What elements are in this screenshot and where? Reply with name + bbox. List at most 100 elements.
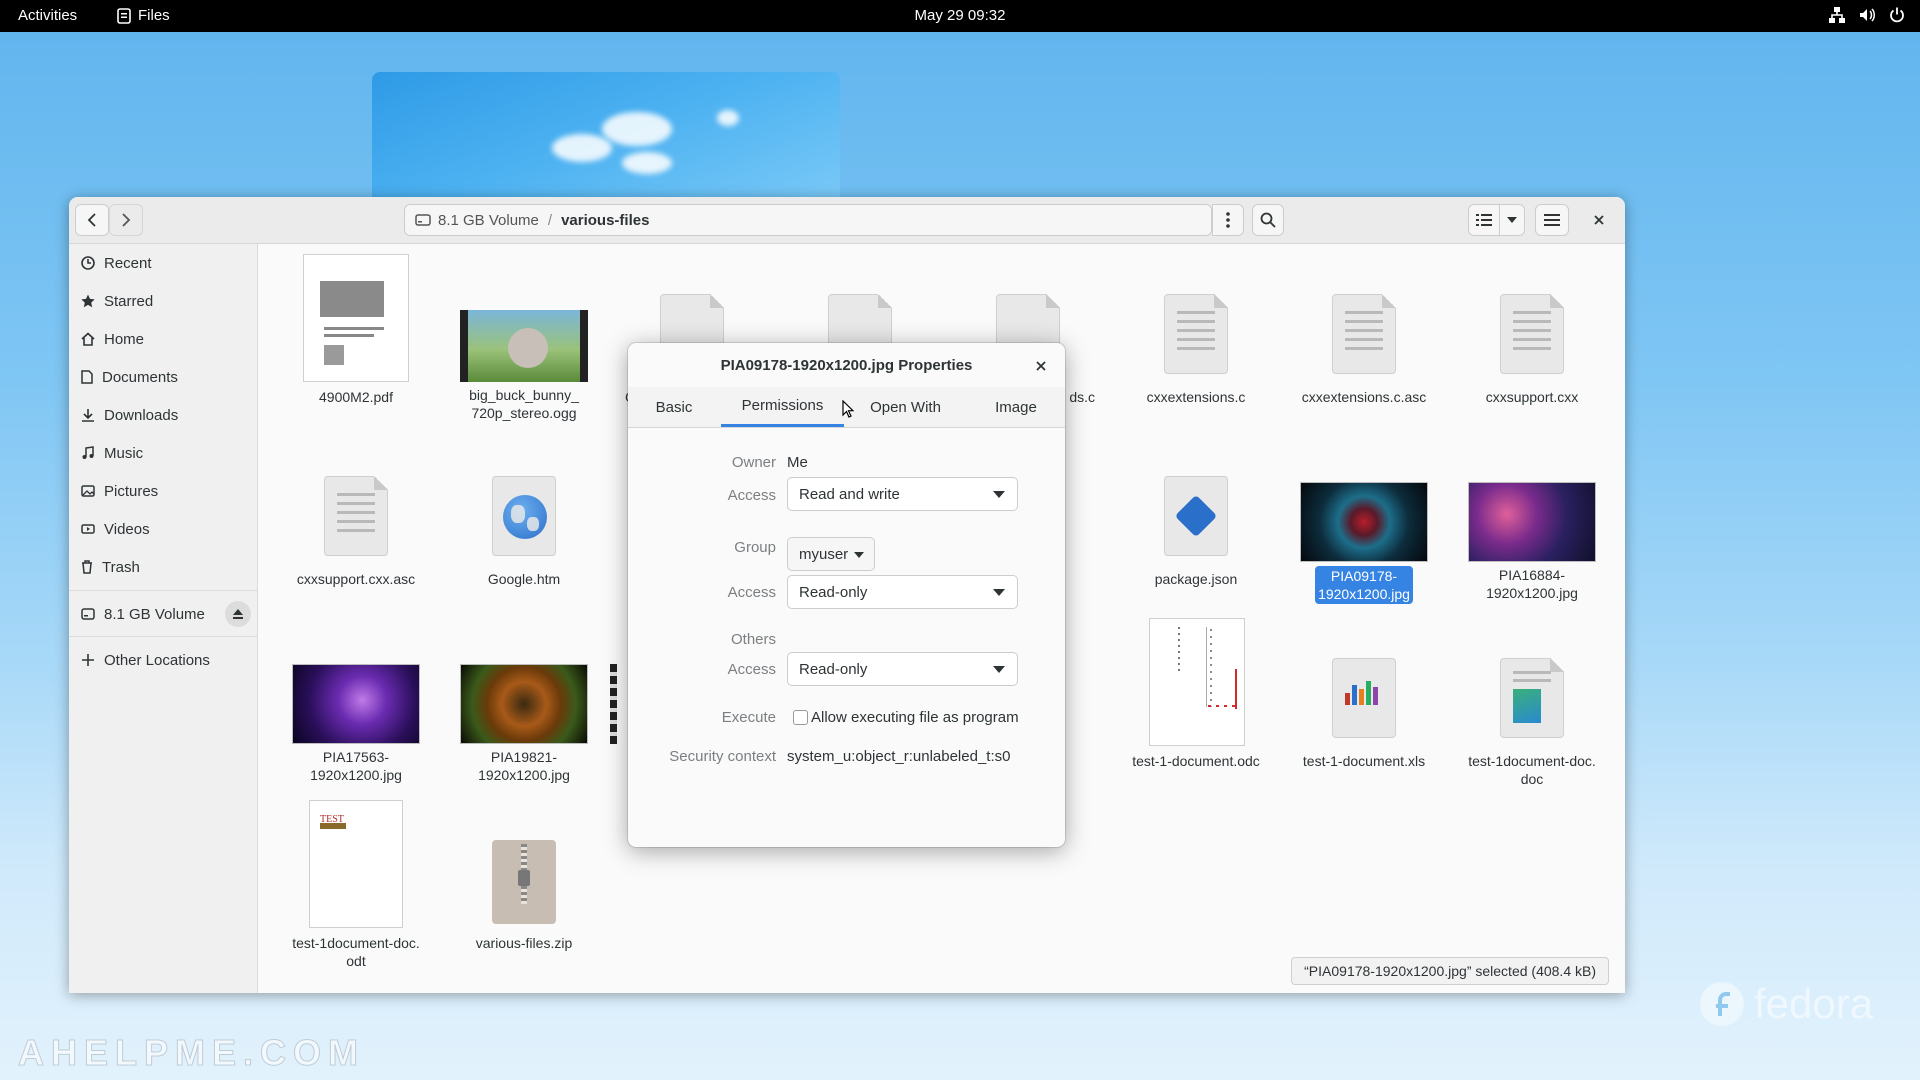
search-icon bbox=[1260, 212, 1276, 228]
security-context-label: Security context bbox=[669, 748, 776, 765]
sidebar-item-downloads[interactable]: Downloads bbox=[81, 402, 178, 428]
others-access-dropdown[interactable]: Read-only bbox=[787, 652, 1018, 686]
mouse-pointer-icon bbox=[842, 400, 854, 418]
file-name-text: PIA09178- 1920x1200.jpg bbox=[1315, 566, 1413, 604]
volume-icon bbox=[1860, 8, 1875, 22]
properties-dialog[interactable]: PIA09178-1920x1200.jpg Properties Basic … bbox=[628, 343, 1065, 847]
file-item[interactable]: test-1-document.xls bbox=[1289, 618, 1439, 770]
clock-icon bbox=[81, 256, 95, 270]
file-item[interactable]: various-files.zip bbox=[449, 800, 599, 952]
sidebar-item-volume[interactable]: 8.1 GB Volume bbox=[81, 601, 251, 627]
back-button[interactable] bbox=[75, 204, 109, 236]
tab-basic[interactable]: Basic bbox=[628, 387, 720, 427]
eject-button[interactable] bbox=[225, 601, 251, 627]
list-view-button[interactable] bbox=[1468, 204, 1500, 236]
others-label: Others bbox=[730, 631, 776, 648]
power-icon bbox=[1890, 7, 1904, 23]
trash-icon bbox=[82, 560, 92, 574]
document-file-icon bbox=[1500, 658, 1564, 738]
execute-label: Execute bbox=[721, 709, 776, 726]
group-access-label: Access bbox=[727, 584, 776, 601]
file-item[interactable]: test-1document-doc. doc bbox=[1457, 618, 1607, 788]
image-thumbnail bbox=[1468, 482, 1596, 562]
search-button[interactable] bbox=[1252, 204, 1284, 236]
sidebar-item-recent[interactable]: Recent bbox=[81, 250, 152, 276]
sidebar-item-videos[interactable]: Videos bbox=[81, 516, 150, 542]
dropdown-arrow-icon bbox=[993, 589, 1005, 596]
download-icon bbox=[82, 409, 94, 422]
chevron-left-icon bbox=[87, 213, 96, 227]
group-dropdown[interactable]: myuser bbox=[787, 537, 875, 571]
header-bar: 8.1 GB Volume / various-files bbox=[69, 197, 1625, 244]
text-file-icon bbox=[1332, 294, 1396, 374]
others-access-label: Access bbox=[727, 661, 776, 678]
text-file-icon bbox=[1500, 294, 1564, 374]
owner-access-dropdown[interactable]: Read and write bbox=[787, 477, 1018, 511]
sidebar-item-trash[interactable]: Trash bbox=[81, 554, 140, 580]
image-thumbnail bbox=[292, 664, 420, 744]
view-options-button[interactable] bbox=[1499, 204, 1525, 236]
file-item[interactable]: cxxextensions.c.asc bbox=[1289, 254, 1439, 406]
file-name: PIA19821- 1920x1200.jpg bbox=[478, 749, 570, 783]
file-item[interactable]: test-1-document.odc bbox=[1121, 618, 1271, 770]
dialog-close-button[interactable] bbox=[1029, 354, 1053, 378]
sidebar-item-home[interactable]: Home bbox=[81, 326, 144, 352]
sidebar-item-pictures[interactable]: Pictures bbox=[81, 478, 158, 504]
main-menu-button[interactable] bbox=[1535, 204, 1569, 236]
video-icon bbox=[81, 524, 95, 534]
file-item[interactable]: Google.htm bbox=[449, 436, 599, 588]
file-item[interactable]: cxxsupport.cxx bbox=[1457, 254, 1607, 406]
plus-icon bbox=[82, 654, 94, 666]
file-item-selected[interactable]: PIA09178- 1920x1200.jpg bbox=[1289, 436, 1439, 604]
background-window[interactable] bbox=[372, 72, 840, 202]
files-app-icon bbox=[117, 7, 131, 24]
file-item[interactable]: big_buck_bunny_ 720p_stereo.ogg bbox=[449, 254, 599, 422]
video-thumbnail bbox=[460, 310, 588, 382]
others-access-value: Read-only bbox=[799, 660, 868, 678]
execute-checkbox-label[interactable]: Allow executing file as program bbox=[811, 709, 1019, 726]
file-item[interactable]: PIA17563- 1920x1200.jpg bbox=[281, 618, 431, 784]
sidebar-item-label: Music bbox=[104, 444, 144, 462]
file-item[interactable]: TEST test-1document-doc. odt bbox=[281, 800, 431, 970]
archive-file-icon bbox=[492, 840, 556, 924]
clock[interactable]: May 29 09:32 bbox=[915, 7, 1006, 24]
file-name: cxxsupport.cxx.asc bbox=[296, 571, 416, 587]
path-bar[interactable]: 8.1 GB Volume / various-files bbox=[404, 204, 1212, 236]
drive-icon bbox=[81, 608, 95, 620]
file-item[interactable]: PIA16884- 1920x1200.jpg bbox=[1457, 436, 1607, 602]
spreadsheet-file-icon bbox=[1332, 658, 1396, 738]
file-item[interactable]: PIA19821- 1920x1200.jpg bbox=[449, 618, 599, 784]
sidebar-item-starred[interactable]: Starred bbox=[81, 288, 153, 314]
file-item[interactable]: 4900M2.pdf bbox=[281, 254, 431, 406]
group-access-dropdown[interactable]: Read-only bbox=[787, 575, 1018, 609]
forward-button[interactable] bbox=[109, 204, 143, 236]
network-icon bbox=[1829, 7, 1845, 23]
file-item[interactable]: cxxsupport.cxx.asc bbox=[281, 436, 431, 588]
top-bar: Activities Files May 29 09:32 bbox=[0, 0, 1920, 32]
group-value: myuser bbox=[799, 545, 849, 563]
file-item[interactable]: cxxextensions.c bbox=[1121, 254, 1271, 406]
tab-open-with[interactable]: Open With bbox=[844, 387, 967, 427]
sidebar-item-label: Pictures bbox=[104, 482, 159, 500]
app-menu[interactable]: Files bbox=[117, 7, 170, 24]
sidebar-item-other-locations[interactable]: Other Locations bbox=[81, 647, 210, 673]
sidebar-item-music[interactable]: Music bbox=[81, 440, 143, 466]
status-bar: “PIA09178-1920x1200.jpg” selected (408.4… bbox=[1291, 957, 1609, 985]
tab-permissions[interactable]: Permissions bbox=[721, 387, 844, 427]
chevron-down-icon bbox=[1507, 217, 1517, 223]
path-current-folder[interactable]: various-files bbox=[561, 212, 649, 229]
close-icon bbox=[1594, 215, 1604, 225]
folder-menu-button[interactable] bbox=[1212, 204, 1244, 236]
close-window-button[interactable] bbox=[1585, 204, 1613, 236]
activities-button[interactable]: Activities bbox=[18, 7, 77, 24]
file-item[interactable]: package.json bbox=[1121, 436, 1271, 588]
tab-image[interactable]: Image bbox=[967, 387, 1065, 427]
sidebar-item-documents[interactable]: Documents bbox=[81, 364, 178, 390]
sidebar-item-label: Home bbox=[104, 330, 145, 348]
fedora-logo: fedora bbox=[1698, 980, 1873, 1028]
path-volume-button[interactable]: 8.1 GB Volume bbox=[405, 212, 539, 229]
app-name: Files bbox=[138, 7, 170, 24]
system-tray[interactable] bbox=[1828, 6, 1906, 24]
file-name: test-1-document.xls bbox=[1302, 753, 1426, 769]
execute-checkbox[interactable] bbox=[793, 710, 808, 725]
